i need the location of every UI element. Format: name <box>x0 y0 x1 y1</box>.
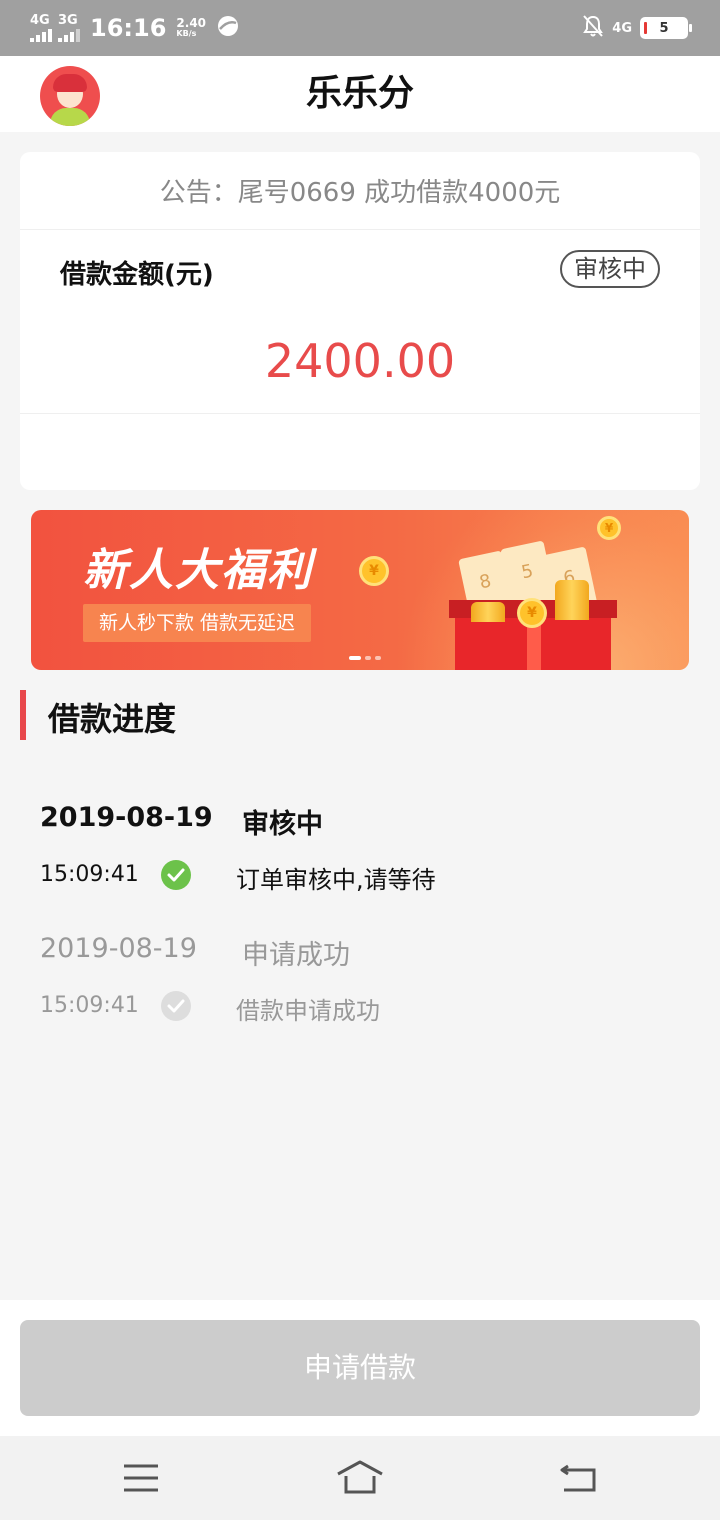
check-circle-icon <box>161 860 191 890</box>
status-badge: 审核中 <box>560 250 660 288</box>
carousel-indicator <box>349 656 381 660</box>
step-time: 15:09:41 <box>40 993 139 1018</box>
coin-icon: ¥ <box>359 556 389 586</box>
network-speed: 2.40 KB/s <box>176 16 207 38</box>
banner-title: 新人大福利 <box>83 545 313 596</box>
battery-icon: 5 <box>640 17 692 39</box>
step-description: 订单审核中,请等待 <box>236 866 436 894</box>
loan-card: 公告：尾号0669 成功借款4000元 借款金额(元) 审核中 2400.00 <box>20 152 700 490</box>
mute-bell-icon <box>582 14 604 42</box>
section-title: 借款进度 <box>48 700 177 738</box>
step-time: 15:09:41 <box>40 862 139 887</box>
coin-icon: ¥ <box>597 516 621 540</box>
step-status: 申请成功 <box>242 940 350 971</box>
step-date: 2019-08-19 <box>40 802 213 833</box>
signal-4g-icon: 4G <box>30 14 52 42</box>
gold-stack-icon <box>555 580 589 620</box>
signal-3g-icon: 3G <box>58 14 80 42</box>
apply-loan-button[interactable]: 申请借款 <box>20 1320 700 1416</box>
promo-banner[interactable]: 新人大福利 新人秒下款 借款无延迟 ¥ ¥ 8 5 6 ¥ <box>31 510 689 670</box>
banner-subtitle: 新人秒下款 借款无延迟 <box>83 604 312 642</box>
signal-4g-right-icon: 4G <box>612 20 632 36</box>
amount-label: 借款金额(元) <box>60 260 214 290</box>
home-icon[interactable] <box>335 1456 385 1500</box>
browser-icon <box>216 14 240 42</box>
section-accent-bar <box>20 690 26 740</box>
status-bar: 4G 3G 16:16 2.40 KB/s 4G 5 <box>0 0 720 56</box>
app-header: 乐乐分 <box>0 56 720 132</box>
clock: 16:16 <box>90 14 167 42</box>
system-nav-bar <box>0 1436 720 1520</box>
check-circle-icon <box>161 991 191 1021</box>
loan-amount: 2400.00 <box>264 334 456 388</box>
step-description: 借款申请成功 <box>236 997 380 1025</box>
bottom-action-area: 申请借款 <box>0 1300 720 1436</box>
menu-icon[interactable] <box>116 1456 166 1500</box>
back-icon[interactable] <box>554 1456 604 1500</box>
step-date: 2019-08-19 <box>40 933 197 964</box>
page-title: 乐乐分 <box>305 73 414 114</box>
card-divider <box>20 413 700 414</box>
gold-stack-icon <box>471 602 505 622</box>
notice-text: 公告：尾号0669 成功借款4000元 <box>20 152 700 230</box>
step-status: 审核中 <box>242 809 323 840</box>
coin-icon: ¥ <box>517 598 547 628</box>
